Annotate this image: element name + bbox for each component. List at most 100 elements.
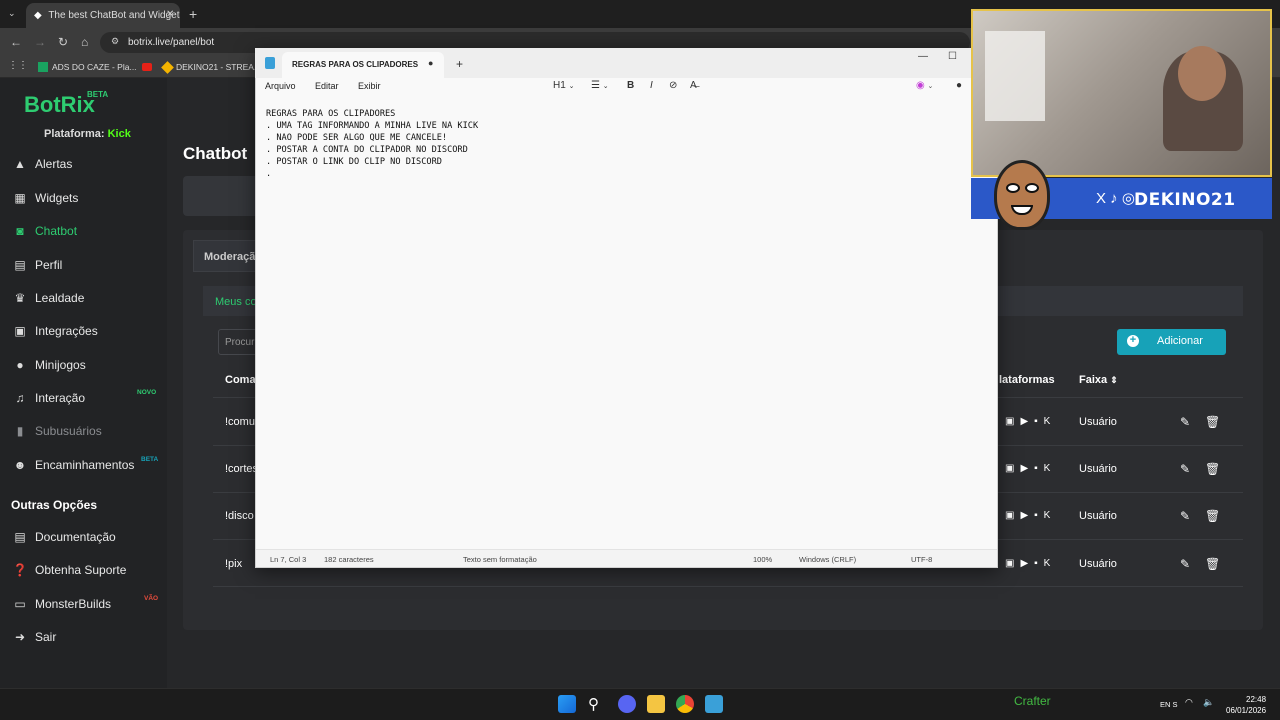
music-icon: ♫ (15, 391, 25, 405)
sidebar-item-chatbot[interactable]: ◙ Chatbot (12, 224, 77, 238)
tab-list-icon[interactable]: ⌄ (8, 8, 16, 19)
sidebar-item-interacao[interactable]: ♫ Interação (12, 391, 86, 405)
notepad-text-area[interactable]: REGRAS PARA OS CLIPADORES . UMA TAG INFOR… (266, 108, 966, 181)
sidebar-item-encaminhamentos[interactable]: ☻ Encaminhamentos (12, 458, 135, 472)
browser-tab-active[interactable]: ◆ The best ChatBot and Widgets (26, 3, 180, 28)
text-line: . POSTAR A CONTA DO CLIPADOR NO DISCORD (266, 145, 468, 156)
table-row-tier: Usuário (1079, 558, 1117, 570)
sidebar-item-subusuarios[interactable]: ▮ Subusuários (12, 424, 102, 438)
heading-select[interactable]: H1 ⌄ (553, 80, 574, 91)
site-favicon-icon: ◆ (34, 10, 42, 21)
trash-icon[interactable]: 🗑 (1205, 557, 1220, 571)
vao-badge: VÃO (144, 595, 159, 602)
trophy-icon: ♛ (14, 291, 26, 305)
table-row-command: !pix (225, 558, 243, 570)
bold-icon[interactable]: B (627, 80, 634, 91)
clear-format-icon[interactable]: A̶ (690, 80, 697, 91)
table-row-command: !disco (225, 510, 254, 522)
monitor-shape (985, 31, 1045, 121)
sidebar-item-sair[interactable]: ➜ Sair (12, 630, 56, 644)
sidebar-item-alertas[interactable]: ▲ Alertas (12, 157, 72, 171)
menu-exibir[interactable]: Exibir (358, 81, 381, 91)
sidebar-item-minijogos[interactable]: ● Minijogos (12, 358, 85, 372)
tab-meus-comandos[interactable]: Meus co (215, 296, 257, 308)
text-line: REGRAS PARA OS CLIPADORES (266, 109, 396, 119)
italic-icon[interactable]: I (650, 80, 653, 91)
search-icon[interactable]: ⚲ (588, 695, 606, 713)
sidebar-item-widgets[interactable]: ▦ Widgets (12, 191, 78, 205)
site-info-icon[interactable]: ⚙ (111, 36, 119, 47)
sidebar-item-monsterbuilds[interactable]: ▭ MonsterBuilds (12, 597, 111, 611)
new-badge: NOVO (137, 389, 157, 396)
text-line: . NAO PODE SER ALGO QUE ME CANCELE! (266, 133, 448, 144)
bookmark-2[interactable]: DEKINO21 - STREA... (161, 61, 261, 74)
format-status[interactable]: Texto sem formatação (463, 555, 537, 564)
notepad-taskbar-icon[interactable] (705, 695, 723, 713)
chrome-icon[interactable] (676, 695, 694, 713)
column-header-tier[interactable]: Faixa ⇕ (1079, 374, 1118, 386)
trash-icon[interactable]: 🗑 (1205, 509, 1220, 523)
reload-icon[interactable]: ↻ (58, 35, 68, 49)
edit-icon[interactable]: ✎ (1180, 462, 1190, 476)
edit-icon[interactable]: ✎ (1180, 557, 1190, 571)
system-clock[interactable]: 22:48 06/01/2026 (1226, 694, 1266, 716)
platform-indicator[interactable]: Plataforma: Kick (44, 128, 131, 140)
wifi-icon[interactable]: ◠ (1185, 697, 1193, 708)
chevron-down-icon: ⌄ (568, 83, 575, 90)
maximize-icon[interactable]: ☐ (948, 51, 957, 62)
youtube-bookmark[interactable] (142, 62, 152, 72)
botrix-logo[interactable]: BotRix (24, 92, 95, 118)
tab-close-icon[interactable]: ✕ (166, 9, 174, 20)
list-icon[interactable]: ☰ ⌄ (591, 80, 609, 91)
volume-icon[interactable]: 🔈 (1203, 697, 1214, 708)
help-icon: ❓ (12, 563, 28, 577)
other-options-heading: Outras Opções (11, 498, 98, 512)
tray-overlay-text: Crafter (1014, 694, 1051, 708)
copilot-icon[interactable]: ◉ ⌄ (916, 80, 933, 91)
forward-icon[interactable]: → (34, 35, 46, 49)
sidebar-item-documentacao[interactable]: ▤ Documentação (12, 530, 115, 544)
account-icon[interactable]: ● (956, 80, 962, 91)
tab-moderacao[interactable]: Moderaçã (193, 240, 263, 272)
bookmark-1[interactable]: ADS DO CAZE - Pla... (38, 62, 137, 72)
new-tab-icon[interactable]: + (189, 6, 197, 22)
folder-icon[interactable] (647, 695, 665, 713)
back-icon[interactable]: ← (10, 35, 22, 49)
cartoon-avatar (994, 160, 1050, 230)
notepad-tab[interactable]: REGRAS PARA OS CLIPADORES (282, 52, 444, 78)
menu-arquivo[interactable]: Arquivo (265, 81, 296, 91)
book-icon: ▤ (14, 530, 26, 544)
language-indicator[interactable]: EN S (1160, 700, 1178, 709)
windows-start-icon[interactable] (558, 695, 576, 713)
discord-icon[interactable] (618, 695, 636, 713)
avatar-eye (1006, 183, 1020, 193)
zoom-level[interactable]: 100% (753, 555, 772, 564)
sort-icon: ⇕ (1110, 375, 1118, 385)
lock-icon: ▮ (16, 424, 24, 438)
trash-icon[interactable]: 🗑 (1205, 415, 1220, 429)
sidebar-item-suporte[interactable]: ❓ Obtenha Suporte (12, 563, 127, 577)
minimize-icon[interactable]: — (918, 51, 928, 62)
avatar-mouth (1011, 205, 1033, 215)
menu-editar[interactable]: Editar (315, 81, 339, 91)
sidebar-item-perfil[interactable]: ▤ Perfil (12, 258, 62, 272)
platform-icons: ▣▶▪K (1005, 510, 1057, 521)
robot-icon: ◙ (16, 224, 24, 238)
table-row-command: !comu (225, 416, 255, 428)
home-icon[interactable]: ⌂ (81, 35, 88, 49)
link-icon[interactable]: ⊘ (669, 80, 677, 91)
unsaved-dot-icon[interactable]: ● (428, 58, 433, 68)
char-count: 182 caracteres (324, 555, 374, 564)
line-ending[interactable]: Windows (CRLF) (799, 555, 856, 564)
sidebar-item-lealdade[interactable]: ♛ Lealdade (12, 291, 85, 305)
platform-icons: ▣▶▪K (1005, 416, 1057, 427)
edit-icon[interactable]: ✎ (1180, 509, 1190, 523)
sidebar-item-integracoes[interactable]: ▣ Integrações (12, 324, 97, 338)
webcam-overlay (971, 9, 1272, 177)
apps-grid-icon[interactable]: ⋮⋮ (8, 60, 28, 71)
edit-icon[interactable]: ✎ (1180, 415, 1190, 429)
encoding[interactable]: UTF-8 (911, 555, 932, 564)
alert-icon: ▲ (14, 157, 26, 171)
trash-icon[interactable]: 🗑 (1205, 462, 1220, 476)
new-tab-icon[interactable]: + (456, 57, 463, 71)
